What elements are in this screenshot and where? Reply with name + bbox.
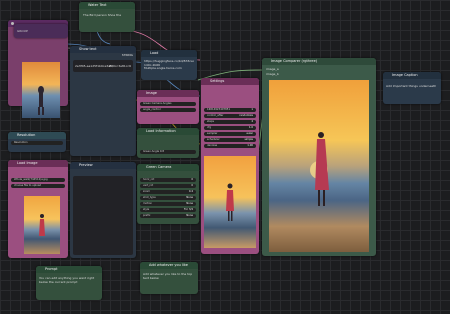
- node-title: Prompt: [36, 266, 102, 273]
- node-text: The Bird person Shoe the: [83, 13, 122, 17]
- image-caption-node[interactable]: Image Caption Add Important things under…: [383, 72, 441, 104]
- camera-controls-node[interactable]: Green Camera horiz_rot 0 vert_rot 0 zoom 0.…: [137, 164, 199, 224]
- group-chip[interactable]: GROUP: [14, 24, 68, 38]
- camera-field[interactable]: Green Angle 0.8: [140, 150, 196, 154]
- node-title: Load: [141, 50, 197, 57]
- prompt-node[interactable]: Prompt You can edit anything you want ri…: [36, 266, 102, 300]
- sampler-node[interactable]: Settings 16814923407851 1 control_after ra…: [201, 78, 259, 254]
- woman-silhouette-icon: [38, 86, 44, 115]
- scheduler-field[interactable]: scheduler simple: [204, 138, 256, 142]
- vert-field[interactable]: vert_rot 0: [140, 184, 196, 188]
- node-title: Load Image: [8, 160, 68, 167]
- load-image-node[interactable]: Load Image Whole_walk(744512)a.jpg choos…: [8, 160, 68, 258]
- load-url-node[interactable]: Load https://huggingface.co/bd/833cece-1…: [141, 50, 197, 80]
- show-text-node[interactable]: Show text STRING 2e3f45-aa1d5f1b9ce3e5.j…: [70, 46, 136, 156]
- url-text: https://huggingface.co/bd/833cece-140c-2…: [144, 60, 194, 70]
- input-label: image_a: [266, 67, 279, 71]
- node-title: Load Information: [137, 128, 199, 135]
- zoom-field[interactable]: zoom 0.4: [140, 190, 196, 194]
- water-text-node[interactable]: Water Text The Bird person Shoe the: [79, 2, 135, 32]
- prompt-text: You can edit anything you want right bel…: [39, 277, 95, 284]
- comparer-image[interactable]: [269, 80, 369, 252]
- woman-silhouette-icon: [310, 132, 329, 206]
- motion-field[interactable]: motion None: [140, 202, 196, 206]
- note-text: Add whatever you like to the top text be…: [143, 273, 193, 280]
- loaded-image: [24, 196, 60, 254]
- resolution-node[interactable]: Resolution Resolution: [8, 132, 66, 152]
- model-field[interactable]: angle_control: [140, 108, 196, 112]
- badge-text: STRING: [121, 53, 133, 57]
- node-title: Show text: [70, 46, 136, 53]
- denoise-field[interactable]: denoise 1.00: [204, 144, 256, 148]
- preview-image: [22, 62, 60, 118]
- seed-field[interactable]: 16814923407851 1: [204, 108, 256, 112]
- text-value: 2e3f45-aa1d5f1b9ce3e5.jpg: [75, 64, 113, 68]
- image-comparer-node[interactable]: Image Comparer (rgthree) image_a image_b: [262, 58, 376, 256]
- node-title: Green Camera: [137, 164, 199, 171]
- text-output: 2e3f45-aa1d5f1b9ce3e5.jpg #30cc3e81cc6: [73, 60, 133, 72]
- node-title: Resolution: [8, 132, 66, 139]
- add-note-node[interactable]: Add whatever you like Add whatever you l…: [140, 262, 198, 294]
- steps-field[interactable]: steps 4: [204, 120, 256, 124]
- woman-silhouette-icon: [226, 183, 234, 221]
- angle-field[interactable]: Green Camera Angles: [140, 102, 196, 106]
- node-title: Water Text: [79, 2, 135, 9]
- sampler-preview-image: [204, 156, 256, 248]
- node-title: Image Comparer (rgthree): [262, 58, 376, 65]
- shot-field[interactable]: shot_type None: [140, 196, 196, 200]
- node-title: Preview: [70, 162, 136, 169]
- control-field[interactable]: control_after randomize: [204, 114, 256, 118]
- node-title: Add whatever you like: [140, 262, 198, 269]
- node-title: Image: [137, 90, 199, 97]
- node-title: Settings: [201, 78, 259, 85]
- preview-area: [73, 176, 133, 255]
- load-information-node[interactable]: Load Information Green Angle 0.8: [137, 128, 199, 158]
- cfg-field[interactable]: cfg 1.0: [204, 126, 256, 130]
- input-label-2: image_b: [266, 72, 279, 76]
- image-select[interactable]: Whole_walk(744512)a.jpg: [11, 178, 65, 182]
- text-value-2: #30cc3e81cc6: [108, 64, 131, 68]
- preview-node[interactable]: Preview: [70, 162, 136, 258]
- camera-angle-node[interactable]: Image Green Camera Angles angle_control: [137, 90, 199, 124]
- upload-button[interactable]: choose file to upload: [11, 184, 65, 188]
- sampler-field[interactable]: sampler euler: [204, 132, 256, 136]
- resolution-field[interactable]: Resolution: [11, 141, 63, 145]
- woman-silhouette-icon: [39, 214, 45, 236]
- caption-text: Add Important things underneath: [386, 84, 437, 88]
- chip-label: GROUP: [17, 29, 28, 33]
- horiz-field[interactable]: horiz_rot 0: [140, 178, 196, 182]
- style-field[interactable]: style For 3/4: [140, 208, 196, 212]
- prefix-field[interactable]: prefix None: [140, 214, 196, 218]
- node-title: Image Caption: [383, 72, 441, 79]
